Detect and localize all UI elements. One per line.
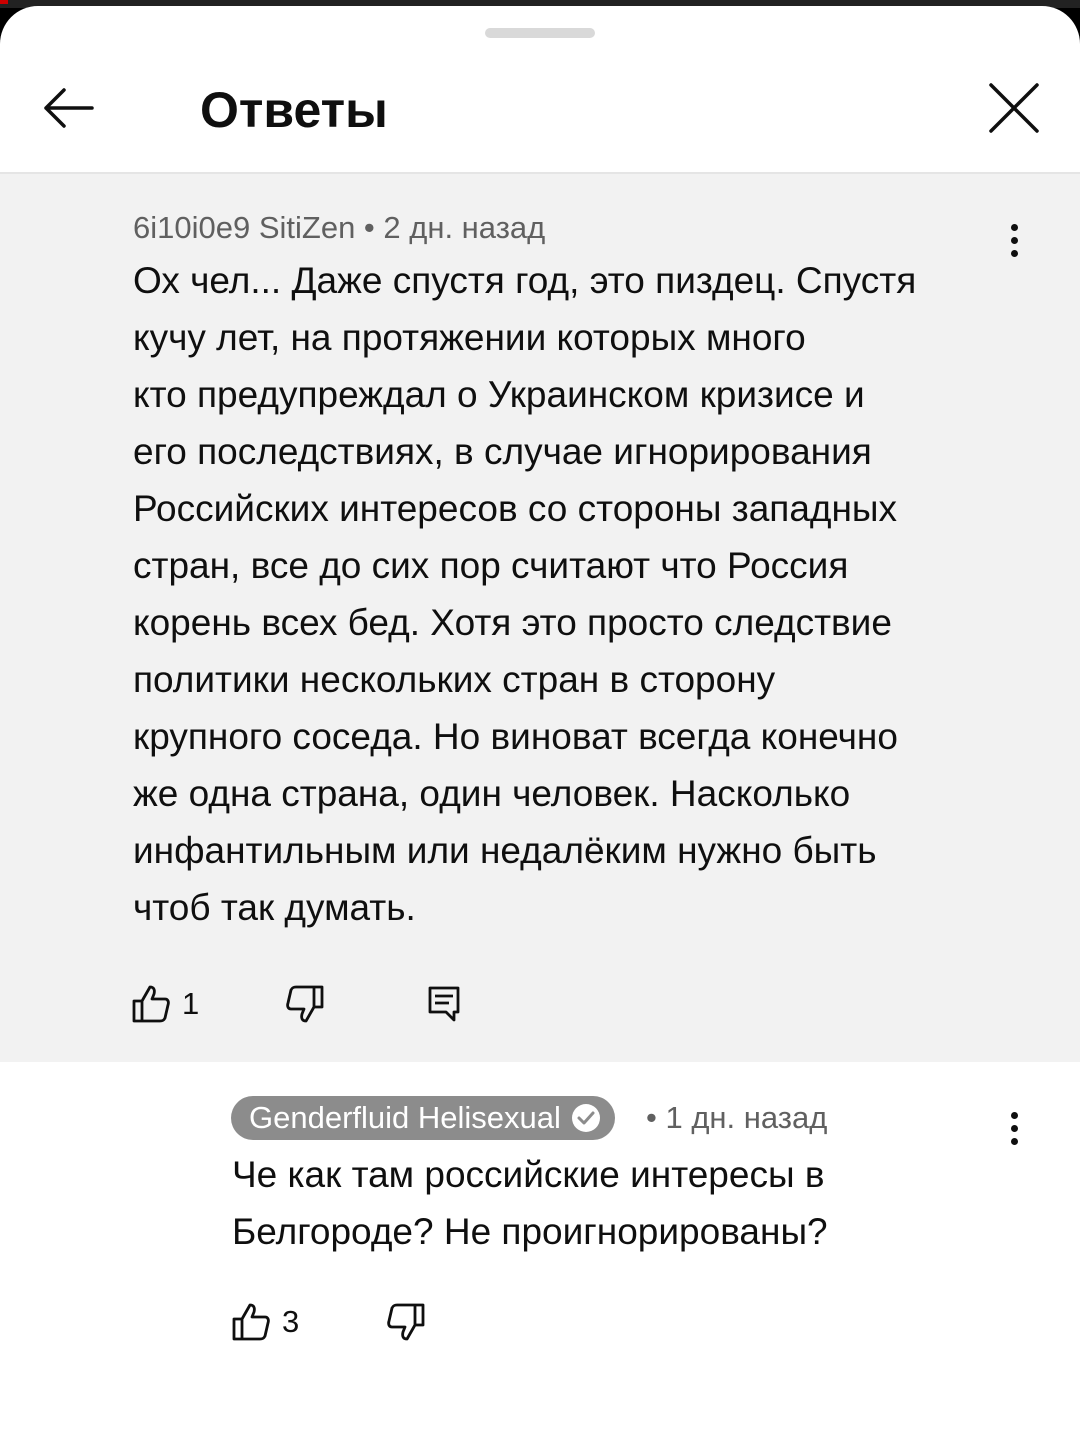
thumbs-down-icon	[286, 985, 324, 1023]
more-vertical-icon	[1010, 223, 1018, 231]
comment-line: политики нескольких стран в сторону	[133, 659, 776, 700]
comment-line: кучу лет, на протяжении которых много	[133, 317, 806, 358]
reply-comment: Genderfluid Helisexual • 1 дн. назад Че …	[0, 1062, 1080, 1431]
comment-line: Российских интересов со стороны западных	[133, 488, 898, 529]
comment-meta: 6i10i0e9 SitiZen • 2 дн. назад	[133, 210, 546, 245]
dislike-button[interactable]	[284, 980, 326, 1028]
reply-line: Белгороде? Не проигнорированы?	[232, 1211, 828, 1252]
like-button[interactable]: 1	[130, 980, 199, 1028]
dislike-button[interactable]	[385, 1298, 427, 1346]
dot	[1010, 236, 1018, 244]
comment-line: корень всех бед. Хотя это просто следств…	[133, 602, 892, 643]
like-count: 3	[282, 1304, 300, 1339]
comment-line: Ох чел... Даже спустя год, это пиздец. С…	[133, 260, 917, 301]
parent-comment: 6i10i0e9 SitiZen • 2 дн. назад Ох чел...…	[0, 174, 1080, 1062]
comment-line: стран, все до сих пор считают что Россия	[133, 545, 849, 586]
more-options-button[interactable]	[994, 1098, 1034, 1158]
verified-check-icon	[571, 1104, 600, 1132]
comment-line: же одна страна, один человек. Насколько	[133, 773, 851, 814]
comment-text: Ох чел... Даже спустя год, это пиздец. С…	[133, 252, 993, 936]
like-button[interactable]: 3	[230, 1298, 299, 1346]
author-name: Genderfluid Helisexual	[249, 1100, 561, 1135]
page-title: Ответы	[200, 82, 388, 138]
author-chip[interactable]: Genderfluid Helisexual	[231, 1096, 615, 1140]
thumbs-up-icon	[232, 1303, 270, 1341]
like-count: 1	[182, 986, 200, 1021]
close-icon	[989, 83, 1039, 133]
more-options-button[interactable]	[994, 210, 1034, 270]
back-button[interactable]	[36, 76, 100, 140]
comment-line: крупного соседа. Но виноват всегда конеч…	[133, 716, 898, 757]
drag-handle[interactable]	[485, 28, 595, 38]
dot	[1010, 249, 1018, 257]
comment-line: кто предупреждал о Украинском кризисе и	[133, 374, 865, 415]
close-button[interactable]	[982, 76, 1046, 140]
reply-text: Че как там российские интересы в Белгоро…	[232, 1146, 992, 1260]
reply-line: Че как там российские интересы в	[232, 1154, 825, 1195]
dot	[1010, 1124, 1018, 1132]
reply-comment-icon	[428, 986, 460, 1022]
thumbs-up-icon	[132, 985, 170, 1023]
replies-sheet: Ответы 6i10i0e9 SitiZen • 2 дн. назад Ох…	[0, 6, 1080, 1431]
reply-button[interactable]	[426, 980, 462, 1028]
comment-line: его последствиях, в случае игнорирования	[133, 431, 872, 472]
comment-line: чтоб так думать.	[133, 887, 416, 928]
reply-time: • 1 дн. назад	[646, 1100, 828, 1135]
comment-line: инфантильным или недалёким нужно быть	[133, 830, 877, 871]
arrow-left-icon	[44, 88, 94, 128]
dot	[1010, 1137, 1018, 1145]
more-vertical-icon	[1010, 1111, 1018, 1119]
status-indicator	[0, 0, 8, 4]
thumbs-down-icon	[387, 1303, 425, 1341]
sheet-header: Ответы	[0, 50, 1080, 172]
